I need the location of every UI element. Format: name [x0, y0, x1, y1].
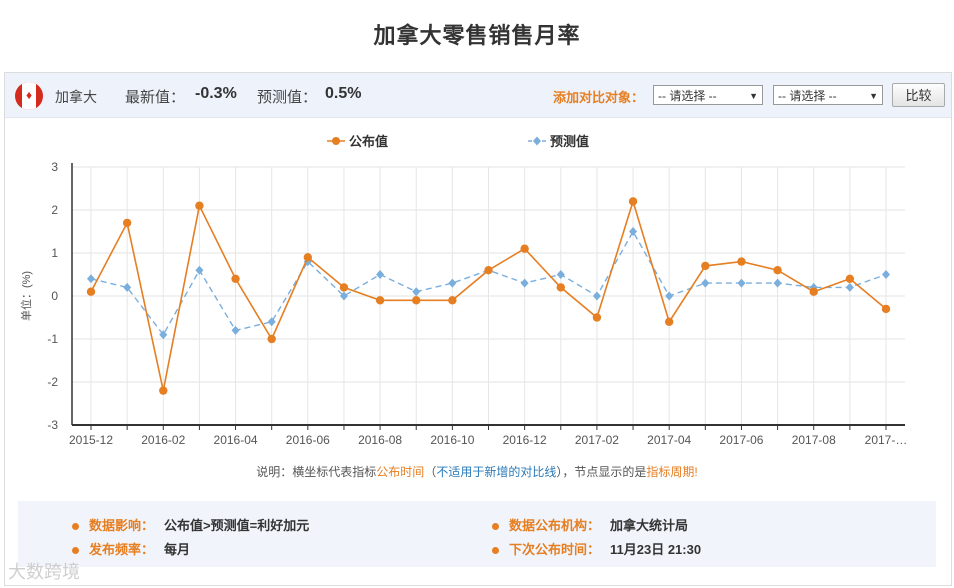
x-tick-label: 2017-04 [647, 433, 691, 447]
legend-marker [533, 136, 541, 146]
actual-point [809, 287, 818, 296]
bullet-icon [492, 523, 499, 531]
y-tick-label: -2 [47, 375, 58, 389]
bullet-icon [492, 547, 499, 555]
watermark: 大数跨境 [8, 562, 80, 582]
y-tick-label: -3 [47, 418, 58, 432]
x-tick-label: 2017-02 [575, 433, 619, 447]
legend-label: 公布值 [349, 134, 388, 149]
actual-point [339, 283, 349, 292]
actual-point [448, 296, 457, 305]
y-tick-label: 2 [51, 203, 58, 217]
forecast-point [701, 278, 710, 288]
x-tick-label: 2016-04 [214, 433, 258, 447]
forecast-point [195, 265, 204, 275]
y-tick-label: 1 [51, 246, 58, 260]
forecast-point [773, 278, 782, 288]
actual-point [303, 253, 313, 262]
forecast-point [448, 278, 457, 288]
actual-point [664, 317, 674, 326]
actual-point [159, 386, 168, 395]
actual-point [520, 244, 529, 253]
forecast-point [376, 270, 385, 279]
actual-point [86, 287, 96, 296]
x-tick-label: 2015-12 [69, 433, 113, 447]
x-tick-label: 2016-02 [141, 433, 185, 447]
actual-point [375, 296, 385, 305]
forecast-point [87, 274, 95, 284]
x-tick-label: 2016-06 [286, 433, 330, 447]
y-axis-label: 单位：(%) [19, 271, 33, 321]
forecast-point [520, 278, 529, 288]
x-tick-label: 2017-… [865, 433, 908, 447]
forecast-point [665, 291, 674, 301]
actual-point [628, 197, 638, 206]
impact-row: 数据影响： 公布值>预测值=利好加元 [72, 515, 309, 534]
next-release-row: 下次公布时间： 11月23日 21:30 [492, 539, 701, 558]
forecast-point [231, 325, 240, 335]
x-tick-label: 2016-08 [358, 433, 402, 447]
actual-point [122, 218, 132, 228]
actual-point [881, 304, 891, 314]
y-tick-label: -1 [47, 332, 58, 346]
bullet-icon [72, 547, 79, 555]
forecast-point [267, 317, 276, 327]
legend-marker [332, 137, 340, 145]
y-tick-label: 0 [51, 289, 58, 303]
frequency-row: 发布频率： 每月 [72, 539, 190, 558]
forecast-point [412, 287, 421, 297]
actual-point [231, 274, 240, 283]
x-tick-label: 2017-08 [792, 433, 836, 447]
chart-note: 说明：横坐标代表指标公布时间（不适用于新增的对比线），节点显示的是指标周期! [256, 465, 698, 479]
forecast-point [592, 291, 601, 301]
actual-point [773, 266, 782, 275]
actual-point [484, 266, 493, 275]
actual-point [701, 261, 710, 271]
forecast-point [556, 270, 565, 279]
x-tick-label: 2016-12 [503, 433, 547, 447]
forecast-point [737, 278, 746, 288]
info-box: 数据影响： 公布值>预测值=利好加元 数据公布机构： 加拿大统计局 发布频率： 每月 … [18, 501, 936, 567]
actual-point [845, 274, 855, 283]
x-tick-label: 2017-06 [719, 433, 763, 447]
actual-point [412, 296, 421, 305]
bullet-icon [72, 523, 79, 531]
forecast-point [882, 270, 890, 279]
line-chart: 3 2 1 0 -1 -2 -3 2015-12 2016-02 2016-04 2016-06 20… [19, 134, 908, 447]
source-row: 数据公布机构： 加拿大统计局 [492, 515, 688, 534]
y-tick-label: 3 [51, 160, 58, 174]
actual-point [556, 283, 565, 292]
legend-label: 预测值 [550, 134, 589, 149]
actual-point [267, 334, 276, 344]
actual-point [195, 201, 204, 210]
x-tick-label: 2016-10 [430, 433, 474, 447]
actual-point [737, 257, 746, 266]
forecast-point [845, 282, 854, 292]
actual-point [592, 313, 602, 322]
forecast-point [629, 227, 638, 236]
